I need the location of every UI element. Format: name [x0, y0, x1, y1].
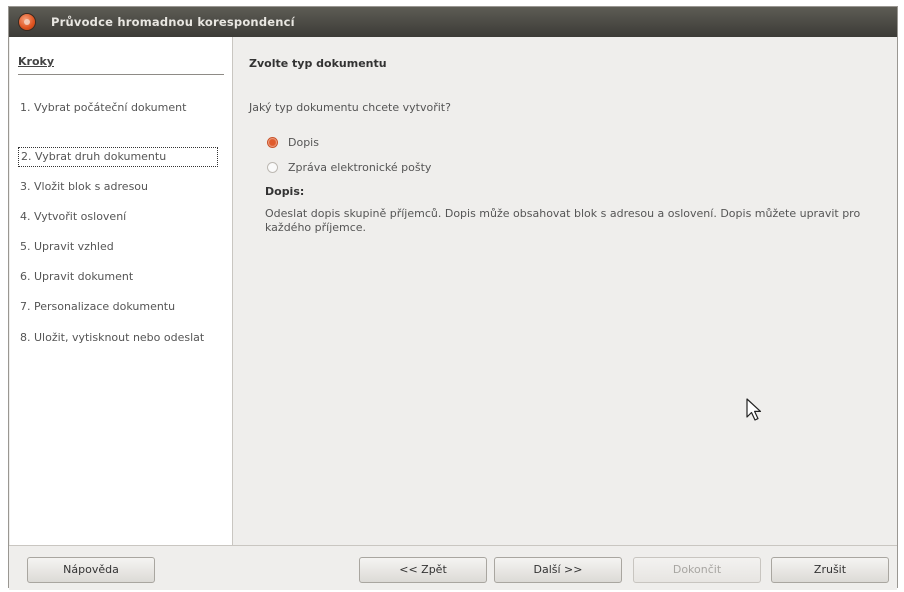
option-email-label[interactable]: Zpráva elektronické pošty — [288, 161, 431, 174]
finish-button: Dokončit — [633, 557, 761, 583]
next-button[interactable]: Další >> — [494, 557, 622, 583]
option-letter-label[interactable]: Dopis — [288, 136, 319, 149]
help-button[interactable]: Nápověda — [27, 557, 155, 583]
close-icon[interactable] — [19, 14, 35, 30]
title-bar[interactable]: Průvodce hromadnou korespondencí — [9, 7, 897, 37]
sidebar-item-step-7[interactable]: 7. Personalizace dokumentu — [20, 300, 220, 314]
sidebar-item-step-2[interactable]: 2. Vybrat druh dokumentu — [18, 147, 218, 167]
sidebar-item-step-6[interactable]: 6. Upravit dokument — [20, 270, 220, 284]
cancel-button[interactable]: Zrušit — [771, 557, 889, 583]
option-email[interactable]: Zpráva elektronické pošty — [267, 159, 431, 175]
description-title: Dopis: — [265, 185, 305, 198]
steps-divider — [18, 74, 224, 75]
radio-email[interactable] — [267, 161, 278, 173]
sidebar-item-step-1[interactable]: 1. Vybrat počáteční dokument — [20, 101, 220, 115]
wizard-page: Zvolte typ dokumentu Jaký typ dokumentu … — [233, 37, 896, 545]
button-bar: Nápověda << Zpět Další >> Dokončit Zruši… — [9, 545, 897, 590]
window-title: Průvodce hromadnou korespondencí — [51, 15, 295, 29]
sidebar-item-step-4[interactable]: 4. Vytvořit oslovení — [20, 210, 220, 224]
option-letter[interactable]: Dopis — [267, 134, 319, 150]
steps-sidebar: Kroky 1. Vybrat počáteční dokument 2. Vy… — [10, 37, 233, 545]
steps-heading: Kroky — [18, 55, 54, 68]
page-title: Zvolte typ dokumentu — [249, 57, 387, 70]
back-button[interactable]: << Zpět — [359, 557, 487, 583]
description-text: Odeslat dopis skupině příjemců. Dopis mů… — [265, 207, 861, 234]
sidebar-item-step-3[interactable]: 3. Vložit blok s adresou — [20, 180, 220, 194]
mouse-pointer-icon — [746, 398, 762, 421]
sidebar-item-step-8[interactable]: 8. Uložit, vytisknout nebo odeslat — [20, 331, 220, 345]
radio-letter[interactable] — [267, 136, 278, 148]
sidebar-item-step-5[interactable]: 5. Upravit vzhled — [20, 240, 220, 254]
mail-merge-wizard-window: Průvodce hromadnou korespondencí Kroky 1… — [8, 6, 898, 590]
document-type-question: Jaký typ dokumentu chcete vytvořit? — [249, 101, 451, 114]
